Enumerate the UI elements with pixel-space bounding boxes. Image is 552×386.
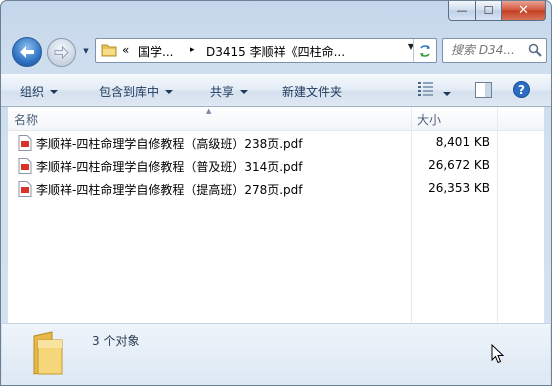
view-list-icon (418, 82, 433, 96)
details-pane: 3 个对象 (2, 323, 550, 385)
chevron-down-icon (50, 90, 59, 94)
address-segment-2[interactable]: D3415 李顺祥《四柱命... (206, 43, 345, 60)
chevron-down-icon (443, 92, 451, 96)
mouse-cursor-icon (491, 344, 504, 364)
file-row[interactable]: 李顺祥-四柱命理学自修教程（提高班）278页.pdf 26,353 KB (8, 178, 544, 200)
organize-label: 组织 (20, 85, 45, 99)
column-size[interactable]: 大小 (417, 111, 441, 128)
minimize-icon: — (456, 4, 468, 17)
sort-ascending-icon: ▲ (206, 107, 212, 115)
pdf-file-icon (18, 135, 32, 151)
help-button[interactable]: ? (513, 81, 530, 101)
organize-menu[interactable]: 组织 (20, 83, 59, 100)
address-bar[interactable]: « 国学... ▸ D3415 李顺祥《四柱命... ▼ (95, 38, 437, 63)
chevron-down-icon (165, 90, 174, 94)
navigation-bar: ▼ « 国学... ▸ D3415 李顺祥《四柱命... ▼ (1, 34, 551, 68)
minimize-button[interactable]: — (448, 1, 476, 21)
file-size: 26,672 KB (428, 158, 490, 172)
explorer-window: — ☐ ✕ ▼ « 国学... ▸ D3415 李顺祥《四柱命... ▼ 搜索 … (0, 0, 552, 386)
item-count: 3 个对象 (92, 334, 140, 348)
new-folder-button[interactable]: 新建文件夹 (282, 83, 342, 100)
include-in-library-label: 包含到库中 (99, 85, 160, 99)
file-row[interactable]: 李顺祥-四柱命理学自修教程（高级班）238页.pdf 8,401 KB (8, 132, 544, 154)
include-in-library-menu[interactable]: 包含到库中 (99, 83, 174, 100)
file-name: 李顺祥-四柱命理学自修教程（普及班）314页.pdf (36, 160, 303, 174)
refresh-button[interactable] (413, 39, 436, 62)
close-button[interactable]: ✕ (502, 1, 546, 21)
address-separator-icon[interactable]: ▸ (190, 45, 195, 55)
preview-pane-icon (475, 82, 492, 98)
back-arrow-icon (20, 46, 34, 58)
address-segment-1[interactable]: 国学... (138, 43, 173, 60)
preview-pane-button[interactable] (475, 82, 492, 101)
help-icon: ? (513, 81, 530, 98)
file-size: 26,353 KB (428, 181, 490, 195)
refresh-icon (420, 44, 430, 57)
pdf-file-icon (18, 158, 32, 174)
forward-button[interactable] (47, 38, 76, 67)
maximize-button[interactable]: ☐ (476, 1, 502, 21)
chevron-down-icon (240, 90, 249, 94)
command-bar: 组织 包含到库中 共享 新建文件夹 ? (1, 74, 551, 107)
share-menu[interactable]: 共享 (210, 83, 249, 100)
search-icon[interactable] (528, 43, 542, 57)
view-options-button[interactable] (417, 81, 435, 100)
folder-icon (101, 44, 117, 57)
close-icon: ✕ (518, 3, 529, 18)
column-header: ▲ 名称 大小 (8, 107, 544, 131)
svg-text:?: ? (518, 83, 525, 97)
column-name[interactable]: 名称 (14, 111, 38, 128)
address-overflow[interactable]: « (122, 43, 129, 57)
file-name: 李顺祥-四柱命理学自修教程（高级班）238页.pdf (36, 137, 303, 151)
folder-large-icon (33, 331, 63, 375)
view-dropdown-button[interactable] (443, 87, 451, 101)
file-row[interactable]: 李顺祥-四柱命理学自修教程（普及班）314页.pdf 26,672 KB (8, 155, 544, 177)
file-list: ▲ 名称 大小 李顺祥-四柱命理学自修教程（高级班）238页.pdf 8,401… (8, 107, 544, 323)
share-label: 共享 (210, 85, 235, 99)
file-size: 8,401 KB (435, 135, 490, 149)
back-button[interactable] (12, 37, 42, 67)
maximize-icon: ☐ (483, 4, 494, 17)
caption-buttons: — ☐ ✕ (448, 1, 546, 21)
pdf-file-icon (18, 181, 32, 197)
forward-arrow-icon (54, 46, 69, 59)
file-name: 李顺祥-四柱命理学自修教程（提高班）278页.pdf (36, 183, 303, 197)
search-input[interactable] (447, 41, 526, 59)
recent-pages-dropdown[interactable]: ▼ (81, 46, 91, 56)
search-box[interactable] (442, 38, 547, 63)
